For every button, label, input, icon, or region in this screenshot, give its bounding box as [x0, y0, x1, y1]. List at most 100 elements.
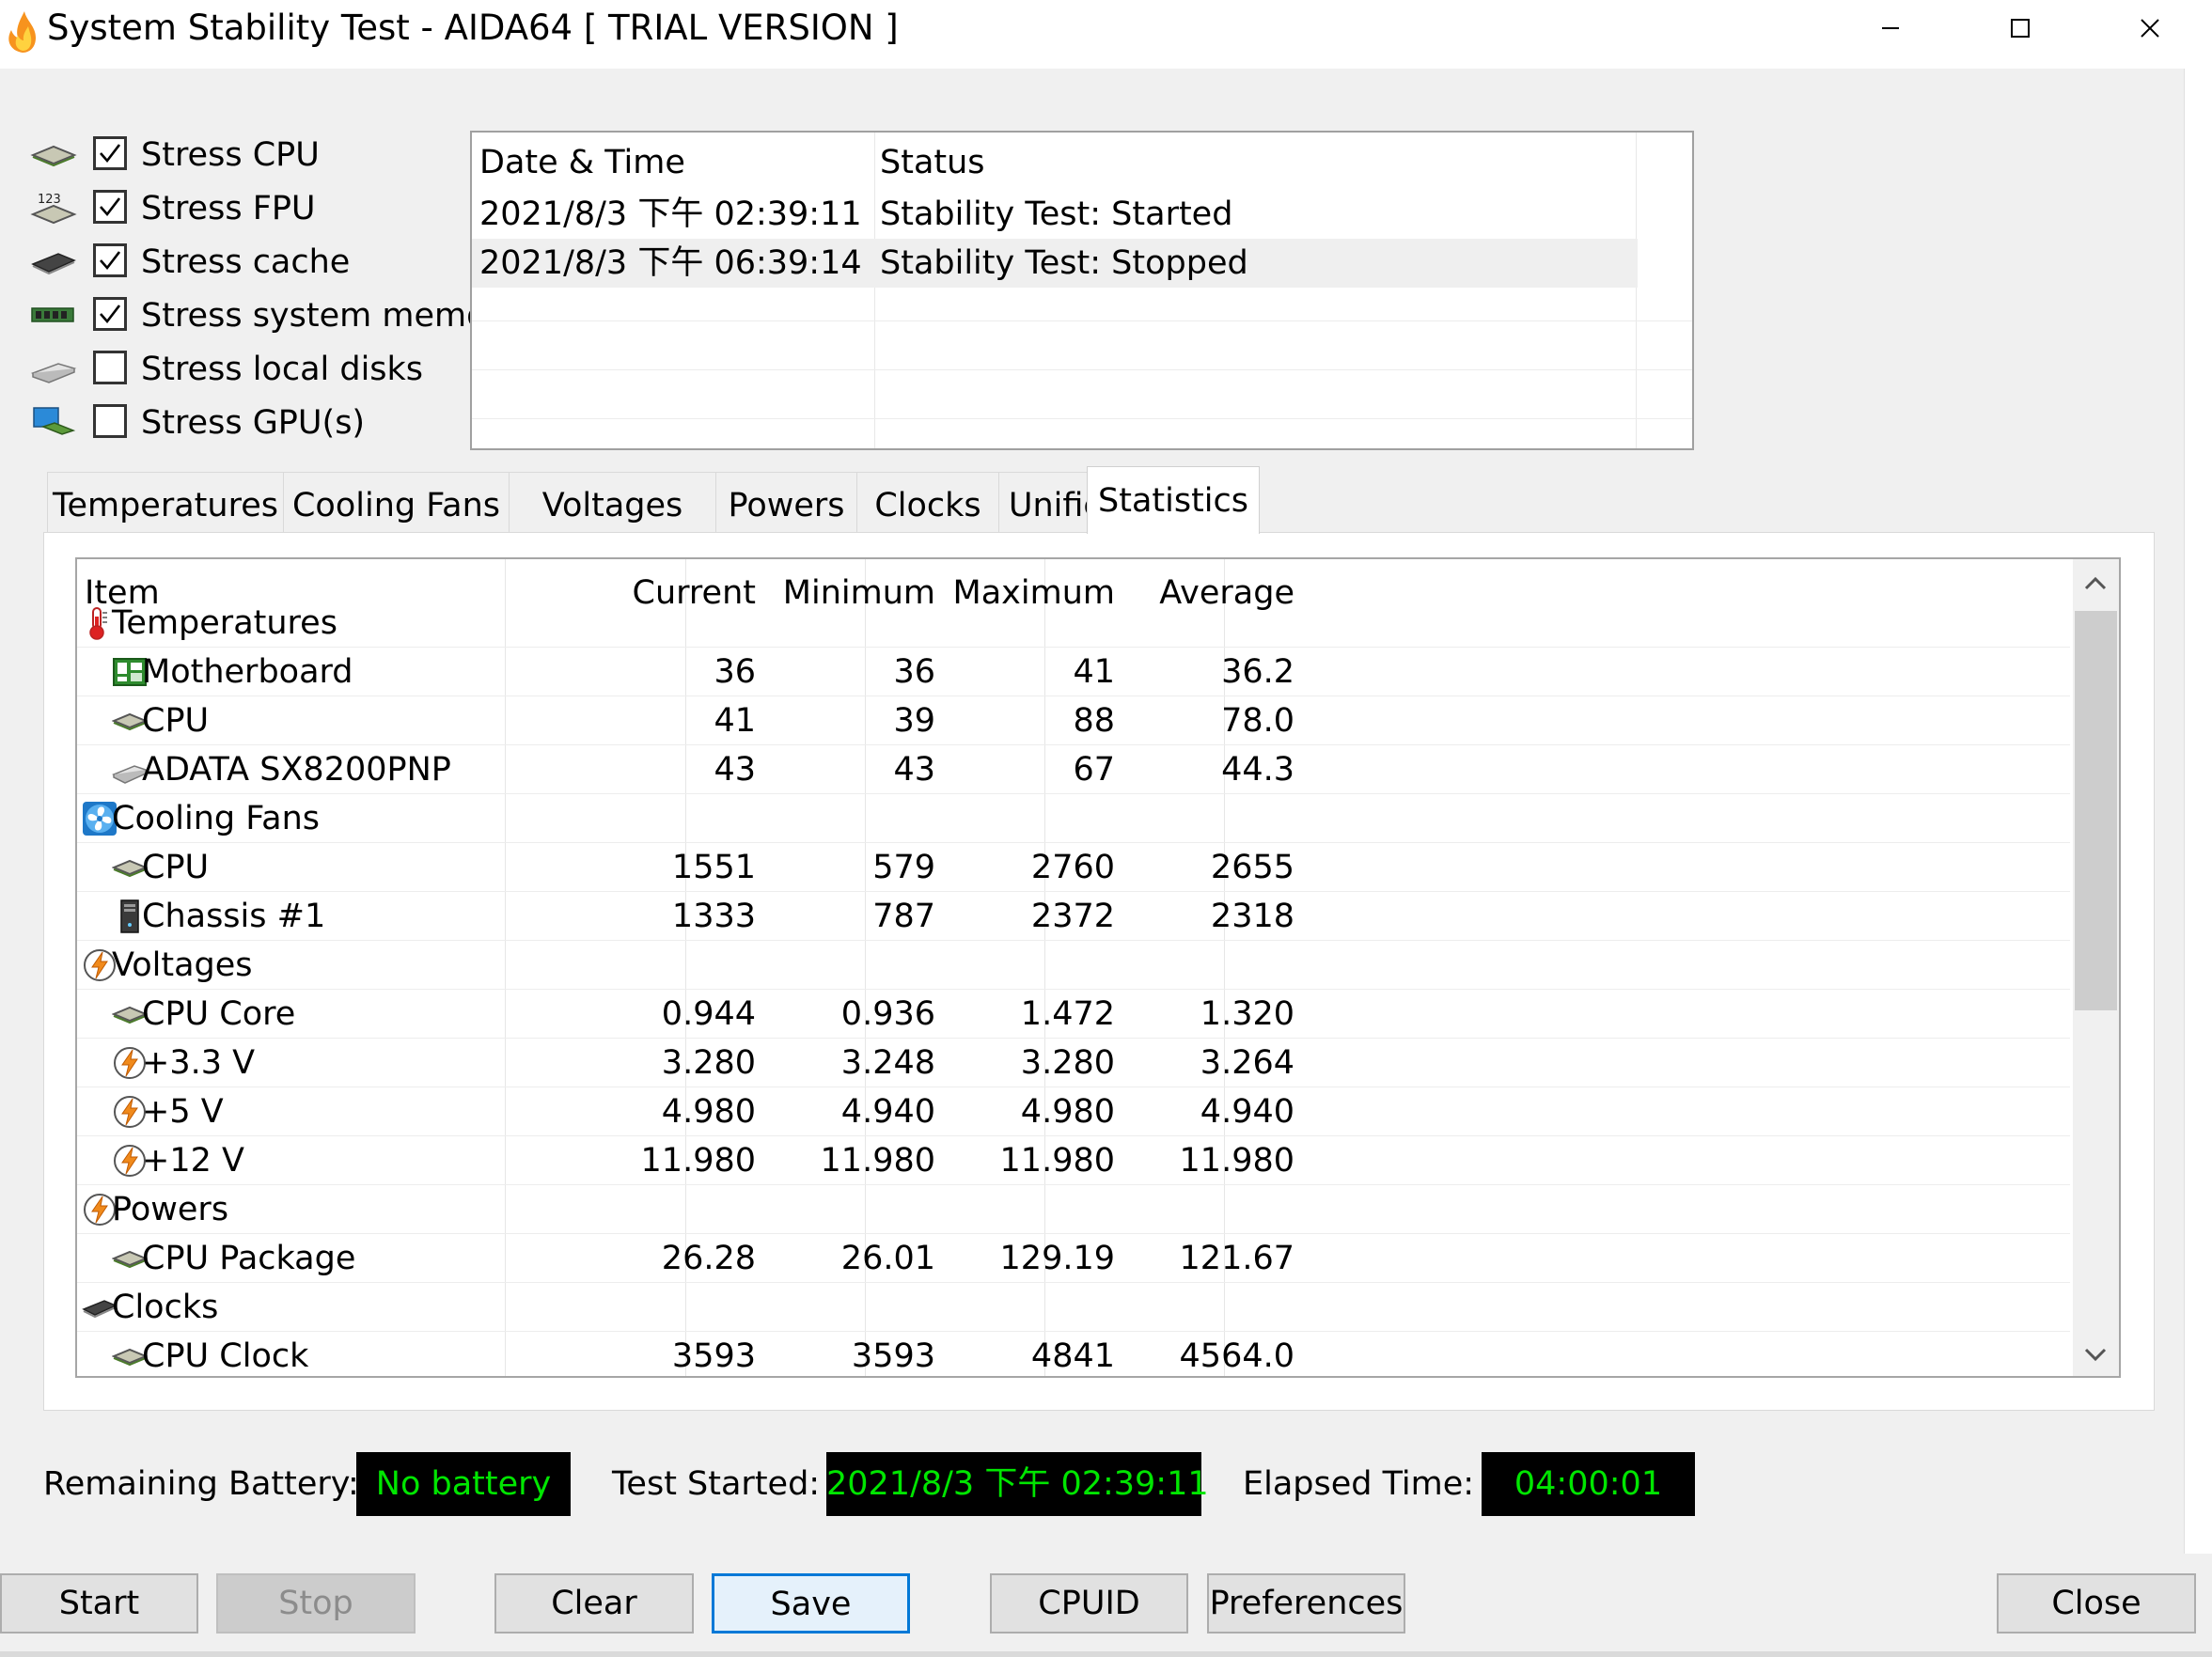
preferences-button[interactable]: Preferences [1207, 1573, 1405, 1634]
window-scrollbar[interactable] [2184, 69, 2212, 1554]
current-value: 3.280 [661, 1044, 756, 1082]
table-row[interactable]: CPU 41 39 88 78.0 [77, 696, 2070, 745]
minimum-value: 3593 [851, 1337, 935, 1375]
item-name: +5 V [142, 1093, 224, 1131]
option-label: Stress GPU(s) [141, 404, 366, 442]
maximum-value: 2760 [1030, 849, 1115, 886]
tab-powers[interactable]: Powers [715, 472, 857, 532]
item-name: CPU [142, 702, 210, 740]
disk-drive-icon [30, 352, 77, 386]
maximum-value: 4.980 [1020, 1093, 1115, 1131]
row-divider [472, 369, 1692, 370]
tab-statistics[interactable]: Statistics [1087, 466, 1260, 534]
item-name: Temperatures [112, 604, 337, 642]
stop-button[interactable]: Stop [216, 1573, 416, 1634]
minimum-value: 4.940 [840, 1093, 935, 1131]
average-value: 2318 [1210, 898, 1294, 935]
checkbox[interactable] [93, 404, 127, 438]
chevron-down-icon[interactable] [2080, 1339, 2110, 1369]
average-value: 2655 [1210, 849, 1294, 886]
average-value: 1.320 [1200, 995, 1294, 1033]
log-header-row: Date & Time Status [472, 138, 1638, 187]
option-stress-memory[interactable]: Stress system memory [30, 291, 496, 340]
table-row[interactable]: Chassis #1 1333 787 2372 2318 [77, 892, 2070, 941]
maximum-value: 3.280 [1020, 1044, 1115, 1082]
current-value: 36 [714, 653, 756, 691]
current-value: 26.28 [661, 1240, 756, 1277]
table-row[interactable]: CPU Clock 3593 3593 4841 4564.0 [77, 1332, 2070, 1376]
table-row[interactable]: CPU Core 0.944 0.936 1.472 1.320 [77, 990, 2070, 1039]
checkmark-icon [100, 144, 121, 164]
battery-value: No battery [356, 1452, 571, 1516]
average-value: 11.980 [1179, 1142, 1294, 1180]
minimum-value: 26.01 [840, 1240, 935, 1277]
option-label: Stress system memory [141, 297, 496, 335]
item-name: +3.3 V [142, 1044, 256, 1082]
average-value: 78.0 [1221, 702, 1294, 740]
minimum-value: 3.248 [840, 1044, 935, 1082]
minimum-value: 0.936 [840, 995, 935, 1033]
event-log-table[interactable]: Date & Time Status 2021/8/3 下午 02:39:11 … [470, 131, 1694, 450]
close-window-button[interactable] [2085, 0, 2212, 56]
log-header-datetime[interactable]: Date & Time [479, 138, 685, 187]
maximum-value: 88 [1073, 702, 1115, 740]
cpuid-button[interactable]: CPUID [990, 1573, 1188, 1634]
checkbox[interactable] [93, 136, 127, 170]
tab-temperatures[interactable]: Temperatures [47, 472, 284, 532]
tab-clocks[interactable]: Clocks [856, 472, 999, 532]
current-value: 3593 [671, 1337, 756, 1375]
window-title: System Stability Test - AIDA64 [ TRIAL V… [47, 8, 899, 48]
save-button[interactable]: Save [712, 1573, 910, 1634]
group-row[interactable]: Clocks [77, 1283, 2070, 1332]
checkbox[interactable] [93, 190, 127, 224]
table-row[interactable]: CPU 1551 579 2760 2655 [77, 843, 2070, 892]
table-row[interactable]: +3.3 V 3.280 3.248 3.280 3.264 [77, 1039, 2070, 1087]
tab-voltages[interactable]: Voltages [509, 472, 716, 532]
option-stress-gpu[interactable]: Stress GPU(s) [30, 399, 472, 447]
current-value: 1333 [671, 898, 756, 935]
chevron-up-icon[interactable] [2080, 569, 2110, 599]
table-row[interactable]: CPU Package 26.28 26.01 129.19 121.67 [77, 1234, 2070, 1283]
flame-icon [4, 9, 41, 55]
option-stress-cpu[interactable]: Stress CPU [30, 131, 472, 180]
log-row[interactable]: 2021/8/3 下午 02:39:11 Stability Test: Sta… [472, 190, 1638, 239]
group-row[interactable]: Temperatures [77, 599, 2070, 648]
group-row[interactable]: Powers [77, 1185, 2070, 1234]
table-row[interactable]: +5 V 4.980 4.940 4.980 4.940 [77, 1087, 2070, 1136]
start-button[interactable]: Start [0, 1573, 198, 1634]
maximum-value: 129.19 [999, 1240, 1115, 1277]
item-name: Motherboard [142, 653, 353, 691]
minimize-button[interactable] [1826, 0, 1955, 56]
maximum-value: 2372 [1030, 898, 1115, 935]
item-name: Cooling Fans [112, 800, 321, 837]
item-name: CPU Package [142, 1240, 356, 1277]
tab-cooling-fans[interactable]: Cooling Fans [283, 472, 510, 532]
log-header-status[interactable]: Status [880, 138, 985, 187]
scrollbar-thumb[interactable] [2075, 611, 2117, 1010]
option-label: Stress local disks [141, 351, 424, 388]
option-stress-fpu[interactable]: 123 Stress FPU [30, 184, 472, 233]
option-stress-disks[interactable]: Stress local disks [30, 345, 472, 394]
table-row[interactable]: Motherboard 36 36 41 36.2 [77, 648, 2070, 696]
clear-button[interactable]: Clear [494, 1573, 694, 1634]
group-row[interactable]: Cooling Fans [77, 794, 2070, 843]
grid-scrollbar[interactable] [2073, 559, 2119, 1376]
option-stress-cache[interactable]: Stress cache [30, 238, 472, 287]
maximize-button[interactable] [1955, 0, 2085, 56]
checkbox[interactable] [93, 297, 127, 331]
table-row[interactable]: +12 V 11.980 11.980 11.980 11.980 [77, 1136, 2070, 1185]
svg-text:123: 123 [38, 193, 61, 207]
log-datetime: 2021/8/3 下午 06:39:14 [479, 244, 862, 282]
statistics-grid[interactable]: Item Current Minimum Maximum Average Tem… [75, 557, 2121, 1378]
battery-label: Remaining Battery: [43, 1465, 359, 1503]
table-row[interactable]: ADATA SX8200PNP 43 43 67 44.3 [77, 745, 2070, 794]
cpu-chip-icon [30, 138, 77, 172]
maximum-value: 1.472 [1020, 995, 1115, 1033]
maximum-value: 67 [1073, 751, 1115, 789]
close-button[interactable]: Close [1997, 1573, 2196, 1634]
group-row[interactable]: Voltages [77, 941, 2070, 990]
checkbox[interactable] [93, 243, 127, 277]
checkbox[interactable] [93, 351, 127, 384]
log-row-selected[interactable]: 2021/8/3 下午 06:39:14 Stability Test: Sto… [472, 239, 1638, 288]
average-value: 44.3 [1221, 751, 1294, 789]
